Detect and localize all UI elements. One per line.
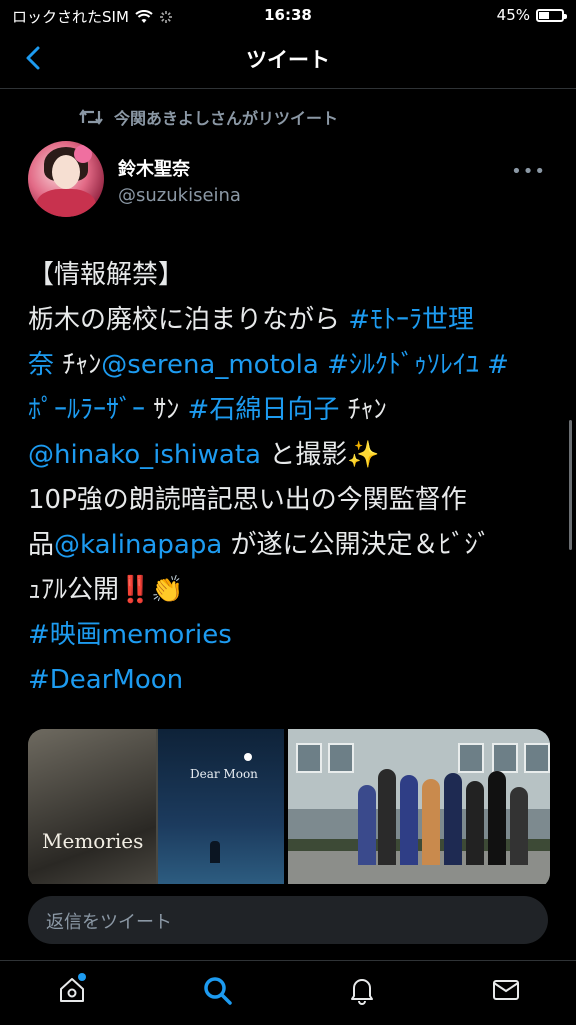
tweet-text-line: 10P強の朗読暗記思い出の今関監督作 [28,478,550,523]
tweet-text-line: ﾎﾟｰﾙﾗｰｻﾞｰ ｻﾝ #石綿日向子 ﾁｬﾝ [28,388,550,433]
tweet-text-line: 品@kalinapapa が遂に公開決定＆ﾋﾞｼﾞ [28,523,550,568]
hashtag-link[interactable]: #映画memories [28,620,232,650]
retweet-context[interactable]: 今関あきよしさんがリツイート [78,105,338,129]
author-name[interactable]: 鈴木聖奈 [118,155,190,181]
mention-link[interactable]: @kalinapapa [54,530,222,560]
person [400,775,418,865]
person [488,771,506,865]
tweet-detail: 今関あきよしさんがリツイート 鈴木聖奈 @suzukiseina ••• 【情報… [0,89,576,884]
hashtag-link[interactable]: ﾎﾟｰﾙﾗｰｻﾞｰ [28,395,145,425]
person [444,773,462,865]
tweet-text-line: 栃木の廃校に泊まりながら #ﾓﾄｰﾗ世理 [28,298,550,343]
tweet-text-segment [319,350,327,380]
reply-placeholder: 返信をツイート [46,912,172,933]
retweet-icon [79,109,103,125]
tweet-text-line: 【情報解禁】 [28,253,550,298]
page-title: ツイート [246,48,330,72]
tweet-text-segment: 10P強の朗読暗記思い出の今関監督作 [28,485,467,515]
tweet-text-segment [479,350,487,380]
person [422,779,440,865]
status-bar: ロックされたSIM 16:38 45% [0,0,576,30]
dear-moon-poster: Dear Moon [158,729,284,884]
hashtag-link[interactable]: 奈 [28,350,54,380]
battery-level [539,11,549,19]
avatar[interactable] [28,141,104,217]
search-icon [204,977,232,1005]
status-right: 45% [496,6,567,24]
more-options-icon[interactable]: ••• [511,161,546,182]
avatar-robe [36,189,96,217]
person [358,785,376,865]
tweet-text: 【情報解禁】 栃木の廃校に泊まりながら #ﾓﾄｰﾗ世理奈 ﾁｬﾝ@serena_m… [28,253,550,703]
tab-search[interactable] [194,969,242,1017]
tweet-text-segment: ｭｱﾙ公開‼️👏 [28,575,184,605]
group-of-people [358,765,528,865]
hashtag-link[interactable]: #ﾓﾄｰﾗ世理 [348,305,474,335]
hashtag-link[interactable]: #石綿日向子 [188,395,340,425]
poster-figure [210,841,220,863]
tab-bar [0,960,576,1025]
tweet-text-segment: ﾁｬﾝ [339,395,387,425]
person [378,769,396,865]
tweet-text-line: #映画memories [28,613,550,658]
author-handle[interactable]: @suzukiseina [118,185,241,206]
poster-dear-moon-title: Dear Moon [190,767,258,781]
nav-bar: ツイート [0,30,576,89]
hashtag-link[interactable]: #DearMoon [28,665,183,695]
mail-icon [493,980,519,1000]
tweet-text-line: ｭｱﾙ公開‼️👏 [28,568,550,613]
tweet-text-segment: 【情報解禁】 [28,260,185,290]
media-image-group-photo[interactable] [288,729,550,884]
battery-icon [536,8,567,22]
reply-compose-field[interactable]: 返信をツイート [28,896,548,944]
tweet-text-line: #DearMoon [28,658,550,703]
media-image-posters[interactable]: Memories Dear Moon [28,729,284,884]
scroll-indicator [569,420,572,550]
moon-shape [244,753,252,761]
hashtag-link[interactable]: # [487,350,509,380]
avatar-flower [74,145,92,163]
tweet-media[interactable]: Memories Dear Moon [28,729,550,884]
person [510,787,528,865]
memories-poster: Memories [28,729,156,884]
mention-link[interactable]: @serena_motola [101,350,319,380]
tab-notifications[interactable] [338,969,386,1017]
tweet-text-segment: 栃木の廃校に泊まりながら [28,305,349,335]
window [296,743,322,773]
tab-home[interactable] [48,969,96,1017]
hashtag-link[interactable]: #ｼﾙｸﾄﾞｩｿﾚｲﾕ [327,350,479,380]
person [466,781,484,865]
bell-icon [351,979,373,1005]
status-time: 16:38 [264,6,312,24]
window [328,743,354,773]
tab-messages[interactable] [482,969,530,1017]
battery-percent: 45% [496,6,530,24]
tweet-text-segment: と撮影✨ [260,440,380,470]
tweet-text-segment: ｻﾝ [145,395,188,425]
retweet-text: 今関あきよしさんがリツイート [114,109,339,128]
tweet-text-line: 奈 ﾁｬﾝ@serena_motola #ｼﾙｸﾄﾞｩｿﾚｲﾕ # [28,343,550,388]
tweet-text-segment: 品 [28,530,55,560]
poster-memories-title: Memories [42,829,144,853]
tweet-text-line: @hinako_ishiwata と撮影✨ [28,433,550,478]
tweet-text-segment: が遂に公開決定＆ﾋﾞｼﾞ [222,530,491,560]
new-content-dot [78,973,86,981]
mention-link[interactable]: @hinako_ishiwata [28,440,261,470]
tweet-text-segment: ﾁｬﾝ [54,350,102,380]
